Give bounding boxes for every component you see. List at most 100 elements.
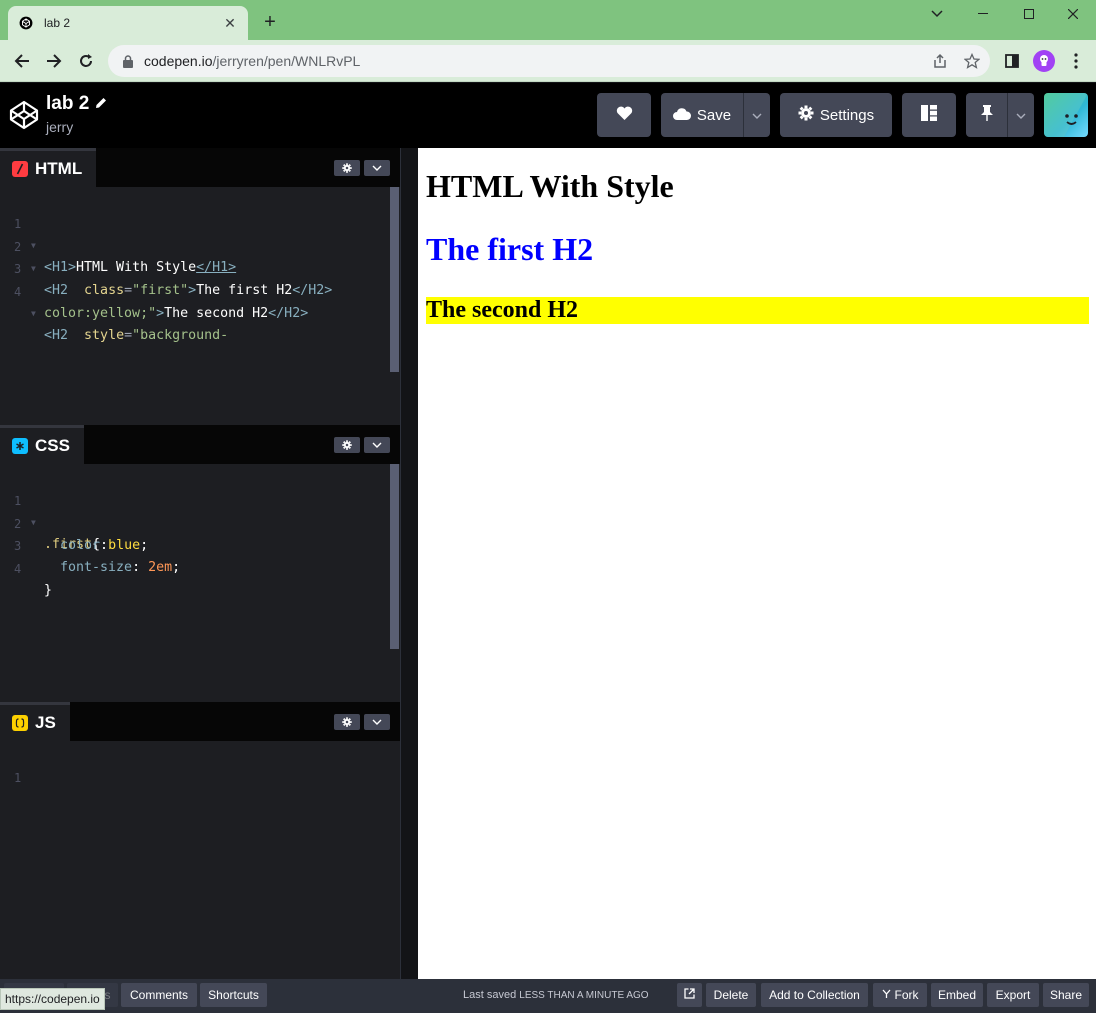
html-string: color:yellow;" — [44, 306, 157, 321]
html-tag: > — [156, 306, 165, 321]
heart-button[interactable] — [597, 93, 651, 137]
fork-icon — [882, 988, 891, 1002]
editors-panel: HTML 1 ▼ <H1>HTML With Style</H1> 2 ▼ <H… — [0, 148, 400, 979]
pen-title-text[interactable]: lab 2 — [46, 93, 89, 115]
add-to-collection-button[interactable]: Add to Collection — [761, 983, 868, 1007]
maximize-icon[interactable] — [1006, 0, 1052, 28]
lock-icon[interactable] — [122, 54, 134, 68]
avatar-face-icon — [1044, 93, 1088, 137]
css-settings-gear-icon[interactable] — [334, 437, 360, 453]
pin-button[interactable] — [966, 93, 1007, 137]
js-editor-header: JS — [0, 702, 400, 741]
css-editor-controls — [334, 437, 390, 453]
html-settings-gear-icon[interactable] — [334, 160, 360, 176]
html-code-area[interactable]: 1 ▼ <H1>HTML With Style</H1> 2 ▼ <H2 cla… — [0, 187, 400, 425]
js-code-area[interactable]: 1 — [0, 741, 400, 979]
comments-button[interactable]: Comments — [121, 983, 197, 1007]
pen-author[interactable]: jerry — [46, 119, 73, 135]
export-button[interactable]: Export — [987, 983, 1039, 1007]
code-text: font-size: 2em; — [44, 557, 180, 579]
html-label: HTML — [35, 159, 83, 178]
user-avatar[interactable] — [1044, 93, 1088, 137]
fork-label: Fork — [894, 988, 919, 1002]
bookmark-star-icon[interactable] — [964, 53, 980, 69]
save-button[interactable]: Save — [661, 93, 743, 137]
resize-divider[interactable] — [400, 148, 418, 979]
css-collapse-chevron-icon[interactable] — [364, 437, 390, 453]
preview-h2-first: The first H2 — [426, 231, 594, 267]
layout-icon — [921, 105, 937, 125]
embed-button[interactable]: Embed — [931, 983, 983, 1007]
new-tab-button[interactable]: + — [260, 11, 280, 33]
fork-button[interactable]: Fork — [873, 983, 927, 1007]
js-settings-gear-icon[interactable] — [334, 714, 360, 730]
window-close-icon[interactable] — [1050, 0, 1096, 28]
js-editor-title[interactable]: JS — [0, 702, 70, 741]
save-options-button[interactable] — [743, 93, 770, 137]
html-slash-icon — [12, 161, 28, 177]
last-saved-time: LESS THAN A MINUTE AGO — [519, 990, 649, 1001]
forward-arrow-icon[interactable] — [42, 49, 66, 73]
reload-icon[interactable] — [74, 49, 98, 73]
browser-tab[interactable]: lab 2 ✕ — [8, 6, 248, 40]
code-text: <H2 style="background- — [44, 325, 228, 347]
tab-close-icon[interactable]: ✕ — [222, 15, 238, 31]
change-view-button[interactable] — [902, 93, 956, 137]
save-label: Save — [696, 106, 732, 124]
share-page-icon[interactable] — [932, 53, 948, 69]
html-editor-title[interactable]: HTML — [0, 148, 97, 187]
css-brace: } — [44, 583, 53, 598]
html-scrollbar[interactable] — [390, 187, 399, 372]
browser-menu-icon[interactable] — [1064, 49, 1088, 73]
url-domain: codepen.io — [144, 53, 213, 69]
css-scrollbar[interactable] — [390, 464, 399, 649]
css-punct: ; — [172, 560, 181, 575]
profile-avatar[interactable] — [1032, 49, 1056, 73]
css-label: CSS — [35, 436, 70, 455]
cloud-icon — [672, 107, 691, 124]
chevron-down-icon — [1016, 106, 1026, 124]
line-number: 1 — [14, 771, 22, 785]
html-editor: HTML 1 ▼ <H1>HTML With Style</H1> 2 ▼ <H… — [0, 148, 400, 425]
css-editor-title[interactable]: CSS — [0, 425, 84, 464]
codepen-header: lab 2 jerry Save Settings — [0, 83, 1096, 148]
browser-toolbar: codepen.io/jerryren/pen/WNLRvPL — [0, 40, 1096, 82]
css-asterisk-icon — [12, 438, 28, 454]
code-line: 1 — [0, 745, 380, 785]
last-saved-prefix: Last saved — [463, 989, 517, 1001]
html-text: The second H2 — [164, 306, 269, 321]
code-line: 4 ▼ <H2 style="background- — [0, 259, 380, 343]
code-line: 2 ▼ <H2 class="first">The first H2</H2> — [0, 214, 380, 298]
js-collapse-chevron-icon[interactable] — [364, 714, 390, 730]
edit-pencil-icon[interactable] — [95, 93, 107, 115]
line-number: 4 — [14, 562, 22, 576]
pin-options-button[interactable] — [1007, 93, 1034, 137]
html-collapse-chevron-icon[interactable] — [364, 160, 390, 176]
open-external-button[interactable] — [677, 983, 702, 1007]
pen-title: lab 2 — [46, 93, 107, 115]
js-editor: JS 1 — [0, 702, 400, 979]
side-panel-icon[interactable] — [1000, 49, 1024, 73]
codepen-logo-icon[interactable] — [8, 99, 40, 131]
back-arrow-icon[interactable] — [10, 49, 34, 73]
browser-titlebar: lab 2 ✕ + — [0, 0, 1096, 40]
tab-search-chevron-icon[interactable] — [914, 0, 960, 28]
delete-button[interactable]: Delete — [706, 983, 756, 1007]
settings-button[interactable]: Settings — [780, 93, 892, 137]
code-text: color:yellow;">The second H2</H2> — [44, 303, 308, 325]
minimize-icon[interactable] — [960, 0, 1006, 28]
code-line: 1 ▼ .first{ — [0, 468, 380, 552]
css-code-area[interactable]: 1 ▼ .first{ 2 color:blue; 3 font-size: 2… — [0, 464, 400, 702]
url-path: /jerryren/pen/WNLRvPL — [212, 53, 361, 69]
address-bar[interactable]: codepen.io/jerryren/pen/WNLRvPL — [108, 45, 990, 77]
code-text: } — [44, 580, 52, 602]
codepen-favicon-icon — [18, 15, 34, 31]
css-value: 2em — [148, 560, 173, 575]
html-tag: </H2> — [268, 306, 309, 321]
css-editor-header: CSS — [0, 425, 400, 464]
html-editor-controls — [334, 160, 390, 176]
pin-icon — [980, 105, 993, 125]
shortcuts-button[interactable]: Shortcuts — [200, 983, 267, 1007]
external-link-icon — [684, 988, 695, 1002]
share-button[interactable]: Share — [1043, 983, 1089, 1007]
